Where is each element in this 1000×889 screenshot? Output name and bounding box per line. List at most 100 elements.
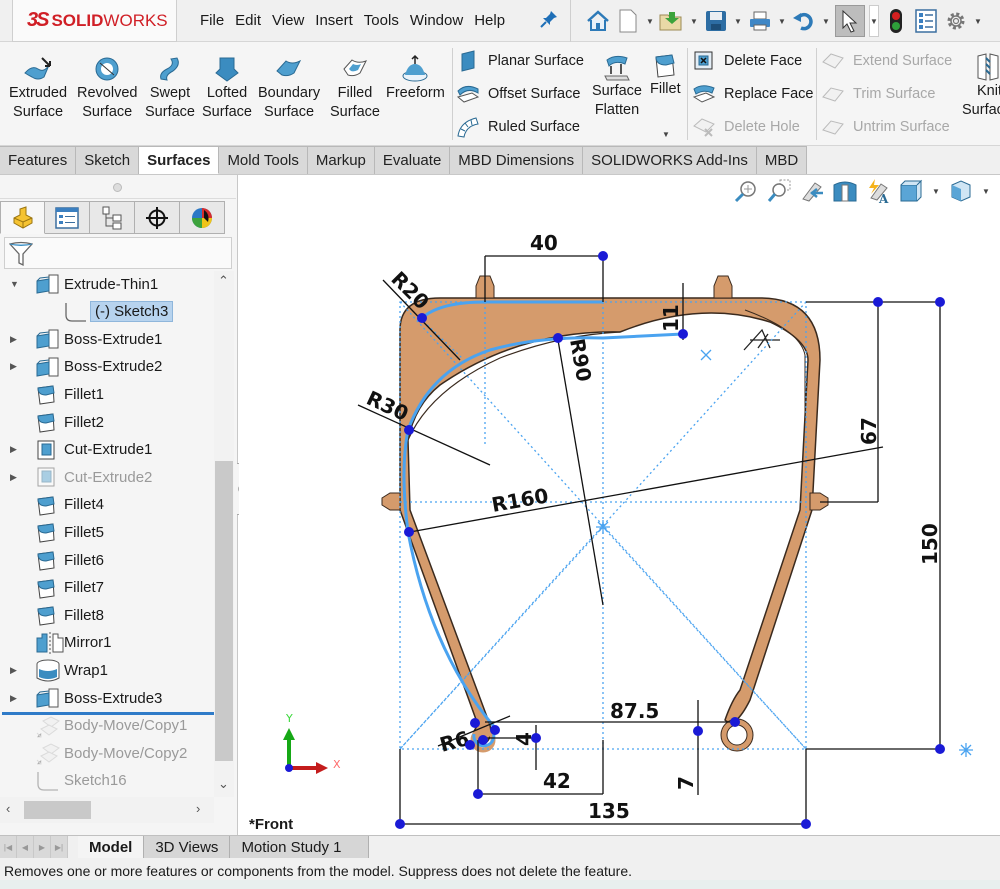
tree-horizontal-scrollbar[interactable]: ‹ › [0, 797, 214, 823]
tab-mbd-dimensions[interactable]: MBD Dimensions [450, 146, 584, 174]
scroll-down-icon[interactable]: ⌄ [218, 776, 229, 792]
scroll-thumb[interactable] [215, 461, 233, 761]
last-tab-button[interactable]: ▶| [51, 836, 68, 858]
open-dropdown-icon[interactable]: ▼ [689, 17, 699, 26]
tree-node[interactable]: Sketch16 [0, 768, 214, 794]
tree-node[interactable]: Fillet6 [0, 547, 214, 573]
dim-offset-42[interactable]: 42 [543, 769, 571, 793]
fillet-button[interactable]: Fillet [650, 50, 681, 99]
next-tab-button[interactable]: ▶ [34, 836, 51, 858]
menu-window[interactable]: Window [410, 12, 463, 29]
menu-help[interactable]: Help [474, 12, 505, 29]
tree-node[interactable]: Body-Move/Copy2 [0, 740, 214, 766]
knit-surface-button[interactable]: Knit Surface [962, 52, 1000, 120]
menu-tools[interactable]: Tools [364, 12, 399, 29]
tree-node[interactable]: ▶ Boss-Extrude3 [0, 685, 214, 711]
menu-insert[interactable]: Insert [315, 12, 353, 29]
tab-mbd[interactable]: MBD [756, 146, 808, 174]
offset-surface-button[interactable]: Offset Surface [456, 79, 580, 109]
filter-funnel-icon[interactable] [9, 241, 33, 267]
print-dropdown-icon[interactable]: ▼ [777, 17, 787, 26]
dim-r90[interactable]: R90 [565, 337, 596, 384]
tree-node[interactable]: ▶ Wrap1 [0, 657, 214, 683]
filled-surface-button[interactable]: Filled Surface [330, 54, 380, 122]
trim-surface-button[interactable]: Trim Surface [821, 79, 935, 109]
tab-solidworks-add-ins[interactable]: SOLIDWORKS Add-Ins [583, 146, 757, 174]
dim-top-width[interactable]: 40 [530, 231, 558, 255]
tree-node[interactable]: ▼ Extrude-Thin1 [0, 271, 214, 297]
sketch-canvas[interactable]: 40 11 R20 R90 R30 R160 67 150 87.5 R6 4 … [239, 175, 1000, 835]
select-pointer-icon[interactable] [835, 5, 865, 37]
tab-features[interactable]: Features [0, 146, 77, 174]
solidworks-logo[interactable]: 3S SOLID WORKS [12, 0, 177, 42]
select-dropdown-icon[interactable]: ▼ [869, 5, 879, 37]
tree-node[interactable]: Fillet4 [0, 492, 214, 518]
dim-r160[interactable]: R160 [490, 483, 550, 517]
tree-node[interactable]: ▶ Cut-Extrude2 [0, 464, 214, 490]
scroll-left-icon[interactable]: ‹ [6, 801, 10, 816]
new-document-icon[interactable] [615, 8, 641, 34]
dim-width-87-5[interactable]: 87.5 [610, 699, 659, 723]
tab-surfaces[interactable]: Surfaces [139, 146, 220, 174]
pin-menu-icon[interactable] [540, 10, 558, 33]
tree-node[interactable]: Fillet5 [0, 519, 214, 545]
tree-node[interactable]: Fillet8 [0, 602, 214, 628]
expand-arrow-icon[interactable]: ▶ [10, 444, 17, 455]
untrim-surface-button[interactable]: Untrim Surface [821, 112, 950, 142]
tree-node[interactable]: ▶ Boss-Extrude1 [0, 326, 214, 352]
tree-node[interactable]: ▶ Cut-Extrude1 [0, 437, 214, 463]
options-gear-icon[interactable] [943, 8, 969, 34]
tab-3d-views[interactable]: 3D Views [144, 836, 231, 858]
previous-tab-button[interactable]: ◀ [17, 836, 34, 858]
fillet-dropdown-icon[interactable]: ▼ [661, 130, 671, 139]
tab-evaluate[interactable]: Evaluate [374, 146, 451, 174]
tree-node[interactable]: Fillet2 [0, 409, 214, 435]
ruled-surface-button[interactable]: Ruled Surface [456, 112, 580, 142]
expand-arrow-icon[interactable]: ▶ [10, 361, 17, 372]
save-dropdown-icon[interactable]: ▼ [733, 17, 743, 26]
tab-markup[interactable]: Markup [307, 146, 375, 174]
propertymanager-tab[interactable] [45, 201, 90, 234]
tree-node[interactable]: Fillet1 [0, 381, 214, 407]
displaymanager-tab[interactable] [180, 201, 225, 234]
rebuild-traffic-light-icon[interactable] [883, 8, 909, 34]
tab-mold-tools[interactable]: Mold Tools [219, 146, 308, 174]
expand-arrow-icon[interactable]: ▶ [10, 693, 17, 704]
menu-file[interactable]: File [200, 12, 224, 29]
first-tab-button[interactable]: |◀ [0, 836, 17, 858]
dim-r6[interactable]: R6 [437, 726, 472, 757]
dim-width-135[interactable]: 135 [588, 799, 630, 823]
home-icon[interactable] [585, 8, 611, 34]
scroll-thumb[interactable] [24, 801, 91, 819]
scroll-up-icon[interactable]: ⌃ [218, 273, 229, 289]
expand-arrow-icon[interactable]: ▶ [10, 334, 17, 345]
tab-model[interactable]: Model [78, 836, 145, 858]
undo-dropdown-icon[interactable]: ▼ [821, 17, 831, 26]
expand-arrow-icon[interactable]: ▶ [10, 665, 17, 676]
file-properties-icon[interactable] [913, 8, 939, 34]
tab-motion-study-1[interactable]: Motion Study 1 [230, 836, 369, 858]
print-icon[interactable] [747, 8, 773, 34]
graphics-area[interactable]: A ▼ ▼ 40 11 R20 R90 R30 R160 67 150 87.5… [239, 175, 1000, 835]
extend-surface-button[interactable]: Extend Surface [821, 46, 952, 76]
tree-node[interactable]: (-) Sketch3 [0, 299, 214, 325]
dim-thickness[interactable]: 11 [659, 304, 683, 332]
undo-icon[interactable] [791, 8, 817, 34]
revolved-surface-button[interactable]: Revolved Surface [77, 54, 137, 122]
expand-arrow-icon[interactable]: ▶ [10, 472, 17, 483]
menu-edit[interactable]: Edit [235, 12, 261, 29]
save-icon[interactable] [703, 8, 729, 34]
tree-node[interactable]: Mirror1 [0, 630, 214, 656]
featuremanager-tab[interactable] [0, 201, 45, 234]
collapse-arrow-icon[interactable]: ▼ [10, 279, 19, 289]
replace-face-button[interactable]: Replace Face [692, 79, 813, 109]
tree-node[interactable]: Fillet7 [0, 575, 214, 601]
tab-sketch[interactable]: Sketch [76, 146, 140, 174]
open-folder-icon[interactable] [659, 8, 685, 34]
panel-collapse-handle[interactable] [0, 175, 236, 199]
extruded-surface-button[interactable]: Extruded Surface [9, 54, 67, 122]
options-dropdown-icon[interactable]: ▼ [973, 17, 983, 26]
rollback-bar[interactable] [2, 712, 214, 715]
planar-surface-button[interactable]: Planar Surface [456, 46, 584, 76]
delete-hole-button[interactable]: Delete Hole [692, 112, 800, 142]
